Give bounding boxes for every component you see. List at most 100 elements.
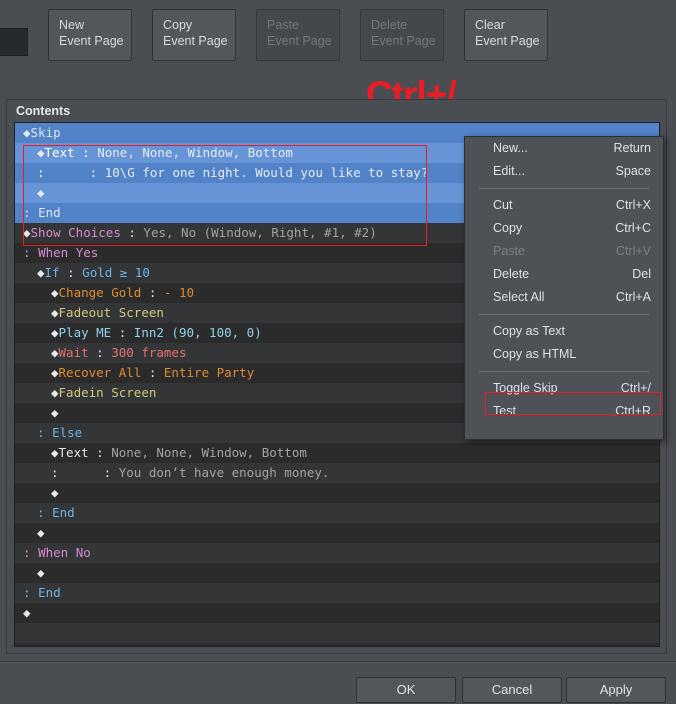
- menu-item-toggle-skip[interactable]: Toggle Skip Ctrl+/: [465, 377, 663, 400]
- command-text-segment: Skip: [30, 125, 61, 140]
- footer-divider-light: [0, 662, 676, 663]
- command-text-segment: None, None, Window, Bottom: [97, 145, 293, 160]
- command-text-segment: ◆: [51, 485, 59, 500]
- event-command-text: ◆Text : None, None, Window, Bottom: [15, 443, 307, 463]
- menu-item-cut[interactable]: Cut Ctrl+X: [465, 194, 663, 217]
- event-command-text: ◆: [15, 403, 59, 423]
- command-text-segment: :: [37, 505, 53, 520]
- command-text-segment: :: [120, 225, 144, 240]
- command-text-segment: When No: [38, 545, 91, 560]
- command-text-segment: :: [74, 145, 98, 160]
- menu-item-new[interactable]: New... Return: [465, 137, 663, 160]
- menu-item-label: Delete: [493, 267, 530, 281]
- menu-item-select-all[interactable]: Select All Ctrl+A: [465, 286, 663, 309]
- command-text-segment: Inn2 (90, 100, 0): [133, 325, 262, 340]
- event-command-text: ◆Text : None, None, Window, Bottom: [15, 143, 293, 163]
- command-text-segment: End: [38, 585, 61, 600]
- button-label-line2: Event Page: [163, 34, 228, 48]
- event-editor-window: New Event Page Copy Event Page Paste Event Pa…: [0, 0, 676, 704]
- event-command-text: ◆: [15, 563, 45, 583]
- command-text-segment: ◆: [37, 565, 45, 580]
- command-text-segment: ◆: [51, 305, 59, 320]
- menu-item-paste: Paste Ctrl+V: [465, 240, 663, 263]
- event-command-text: : When No: [15, 543, 91, 563]
- command-text-segment: : :: [37, 165, 105, 180]
- menu-item-accelerator: Ctrl+X: [615, 198, 651, 212]
- event-command-text: ◆Show Choices : Yes, No (Window, Right, …: [15, 223, 377, 243]
- menu-item-label: New...: [493, 141, 528, 155]
- event-command-text: ◆Change Gold : - 10: [15, 283, 194, 303]
- event-graphic-thumbnail[interactable]: [0, 28, 28, 56]
- menu-item-label: Paste: [493, 244, 525, 258]
- command-text-segment: If: [44, 265, 60, 280]
- command-text-segment: When Yes: [38, 245, 99, 260]
- menu-item-delete[interactable]: Delete Del: [465, 263, 663, 286]
- command-text-segment: End: [38, 205, 61, 220]
- command-text-segment: ◆: [51, 285, 59, 300]
- button-copy-event-page[interactable]: Copy Event Page: [152, 9, 236, 61]
- event-command-row[interactable]: : End: [15, 583, 659, 603]
- button-apply[interactable]: Apply: [566, 677, 666, 703]
- command-text-segment: ◆: [51, 365, 59, 380]
- event-command-row[interactable]: ◆: [15, 483, 659, 503]
- contents-label: Contents: [16, 104, 71, 118]
- menu-item-accelerator: Ctrl+R: [615, 404, 651, 418]
- button-clear-event-page[interactable]: Clear Event Page: [464, 9, 548, 61]
- event-command-row[interactable]: [15, 623, 659, 643]
- command-text-segment: You don’t have enough money.: [118, 465, 330, 480]
- command-text-segment: Text: [44, 145, 75, 160]
- event-command-text: ◆Skip: [15, 123, 61, 143]
- menu-item-accelerator: Ctrl+V: [615, 244, 651, 258]
- command-text-segment: ◆: [23, 225, 31, 240]
- menu-item-label: Cut: [493, 198, 513, 212]
- command-text-segment: ◆: [23, 605, 31, 620]
- menu-item-label: Select All: [493, 290, 545, 304]
- command-text-segment: ◆: [23, 125, 31, 140]
- event-command-row[interactable]: : : You don’t have enough money.: [15, 463, 659, 483]
- command-text-segment: ◆: [51, 385, 59, 400]
- command-text-segment: Show Choices: [30, 225, 121, 240]
- command-text-segment: :: [23, 245, 39, 260]
- event-command-row[interactable]: : End: [15, 503, 659, 523]
- button-label-line2: Event Page: [267, 34, 332, 48]
- command-text-segment: :: [88, 445, 112, 460]
- menu-item-label: Test: [493, 404, 516, 418]
- event-command-text: ◆Fadeout Screen: [15, 303, 164, 323]
- menu-item-copy-as-html[interactable]: Copy as HTML: [465, 343, 663, 366]
- command-text-segment: 10\G for one night. Would you like to st…: [104, 165, 429, 180]
- command-text-segment: Change Gold: [58, 285, 142, 300]
- event-command-row[interactable]: ◆: [15, 563, 659, 583]
- menu-item-label: Toggle Skip: [493, 381, 558, 395]
- button-new-event-page[interactable]: New Event Page: [48, 9, 132, 61]
- button-cancel[interactable]: Cancel: [462, 677, 562, 703]
- command-text-segment: :: [37, 425, 53, 440]
- event-command-text: ◆: [15, 183, 45, 203]
- menu-item-copy[interactable]: Copy Ctrl+C: [465, 217, 663, 240]
- event-command-row[interactable]: ◆Text : None, None, Window, Bottom: [15, 443, 659, 463]
- menu-item-copy-as-text[interactable]: Copy as Text: [465, 320, 663, 343]
- menu-item-edit[interactable]: Edit... Space: [465, 160, 663, 183]
- menu-separator: [479, 188, 649, 189]
- event-command-row[interactable]: : When No: [15, 543, 659, 563]
- command-text-segment: ◆: [37, 145, 45, 160]
- menu-item-accelerator: Return: [613, 141, 651, 155]
- event-command-text: : : You don’t have enough money.: [15, 463, 329, 483]
- command-text-segment: Recover All: [58, 365, 142, 380]
- button-label: Apply: [599, 682, 633, 697]
- event-command-row[interactable]: ◆: [15, 523, 659, 543]
- button-ok[interactable]: OK: [356, 677, 456, 703]
- menu-item-test[interactable]: Test Ctrl+R: [465, 400, 663, 423]
- context-menu[interactable]: New... Return Edit... Space Cut Ctrl+X Copy Ctr…: [464, 136, 664, 440]
- event-command-text: : When Yes: [15, 243, 98, 263]
- command-text-segment: Yes, No (Window, Right, #1, #2): [143, 225, 377, 240]
- button-label-line1: Clear: [475, 18, 505, 32]
- menu-item-label: Copy: [493, 221, 523, 235]
- command-text-segment: :: [141, 285, 164, 300]
- event-command-text: ◆: [15, 483, 59, 503]
- menu-item-accelerator: Space: [615, 164, 651, 178]
- event-command-row[interactable]: [15, 643, 659, 646]
- event-command-row[interactable]: ◆: [15, 603, 659, 623]
- command-text-segment: Wait: [58, 345, 89, 360]
- event-command-text: : End: [15, 203, 61, 223]
- command-text-segment: Gold ≥ 10: [82, 265, 150, 280]
